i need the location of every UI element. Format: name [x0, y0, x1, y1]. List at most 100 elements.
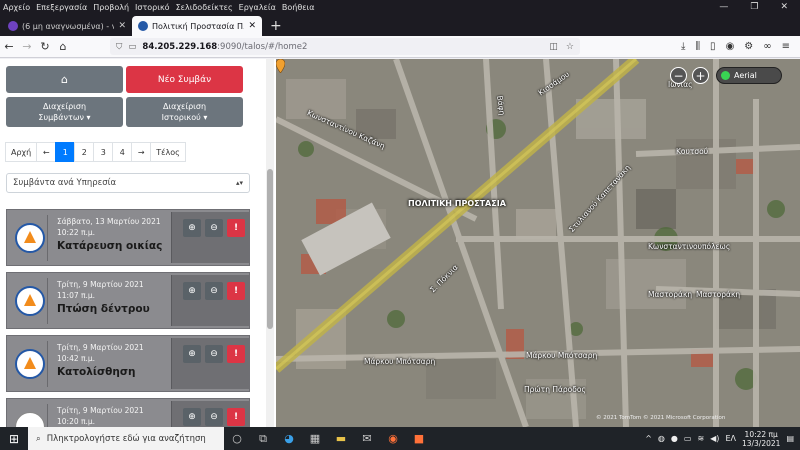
- cortana-icon[interactable]: ○: [224, 432, 250, 445]
- page-1[interactable]: 1: [55, 142, 76, 162]
- manage-history-label-2: Ιστορικού ▾: [161, 113, 208, 122]
- task-view-icon[interactable]: ⧉: [250, 432, 276, 446]
- incident-card[interactable]: Τρίτη, 9 Μαρτίου 2021 11:07 π.μ. Πτώση δ…: [6, 272, 250, 329]
- close-icon[interactable]: ✕: [780, 2, 788, 12]
- page-next[interactable]: →: [131, 142, 152, 162]
- reload-icon[interactable]: ↻: [36, 40, 54, 53]
- incident-card[interactable]: Τρίτη, 9 Μαρτίου 2021 10:20 π.μ. ⊕ ⊖ !: [6, 398, 250, 427]
- address-bar[interactable]: ⛉ ▭ 84.205.229.168:9090/talos/#/home2 ◫ …: [110, 38, 580, 55]
- shield-icon[interactable]: ⛉: [116, 42, 122, 52]
- download-icon[interactable]: ⤓: [681, 41, 685, 52]
- incident-title: Κατάρευση οικίας: [57, 240, 163, 252]
- page-prev[interactable]: ←: [36, 142, 57, 162]
- new-tab-icon[interactable]: +: [262, 16, 290, 36]
- home-button[interactable]: ⌂: [6, 66, 123, 93]
- menu-edit[interactable]: Επεξεργασία: [33, 3, 90, 12]
- info-icon[interactable]: !: [227, 282, 245, 300]
- incident-time: 11:07 π.μ.: [57, 291, 96, 300]
- library-icon[interactable]: ⫼: [695, 41, 700, 52]
- taskbar-search[interactable]: ⌕ Πληκτρολογήστε εδώ για αναζήτηση: [28, 427, 224, 450]
- close-tab-icon[interactable]: ✕: [118, 21, 126, 31]
- page-2[interactable]: 2: [74, 142, 95, 162]
- bookmark-star-icon[interactable]: ☆: [566, 42, 574, 52]
- zoom-in-icon[interactable]: ⊕: [183, 282, 201, 300]
- menu-file[interactable]: Αρχείο: [0, 3, 33, 12]
- file-explorer-icon[interactable]: ▬: [328, 432, 354, 445]
- menu-view[interactable]: Προβολή: [90, 3, 132, 12]
- glasses-icon[interactable]: ∞: [763, 41, 771, 52]
- pocket-icon[interactable]: ◫: [549, 42, 558, 52]
- clock[interactable]: 10:22 πμ 13/3/2021: [742, 430, 780, 448]
- incident-card[interactable]: Σάββατο, 13 Μαρτίου 2021 10:22 π.μ. Κατά…: [6, 209, 250, 266]
- app-icon[interactable]: ■: [406, 432, 432, 445]
- minimize-icon[interactable]: —: [719, 2, 728, 12]
- incident-time: 10:42 π.μ.: [57, 354, 96, 363]
- store-icon[interactable]: ▦: [302, 432, 328, 445]
- map-zoom-in-icon[interactable]: +: [692, 67, 709, 84]
- edge-icon[interactable]: ◕: [276, 432, 302, 445]
- menu-history[interactable]: Ιστορικό: [132, 3, 173, 12]
- restore-icon[interactable]: ❐: [750, 2, 758, 12]
- panel-scrollbar[interactable]: [266, 59, 274, 427]
- service-filter-select[interactable]: Συμβάντα ανά Υπηρεσία ▴▾: [6, 173, 250, 193]
- street-label: Κωνσταντινουπόλεως: [648, 242, 731, 251]
- close-tab-icon[interactable]: ✕: [248, 21, 256, 31]
- civil-protection-icon: [138, 21, 148, 31]
- zoom-in-icon[interactable]: ⊕: [183, 219, 201, 237]
- account-icon[interactable]: ◉: [726, 41, 735, 52]
- tab-civil-protection[interactable]: Πολιτική Προστασία Π.Ε ΧΑΝΙ ✕: [132, 16, 262, 36]
- menu-help[interactable]: Βοήθεια: [279, 3, 318, 12]
- incident-card[interactable]: Τρίτη, 9 Μαρτίου 2021 10:42 π.μ. Κατολίσ…: [6, 335, 250, 392]
- zoom-out-icon[interactable]: ⊖: [205, 345, 223, 363]
- manage-incidents-dropdown[interactable]: Διαχείριση Συμβάντων ▾: [6, 97, 123, 127]
- page-last[interactable]: Τέλος: [150, 142, 186, 162]
- url-path: :9090/talos/#/home2: [217, 41, 308, 52]
- browser-toolbar: ⤓ ⫼ ▯ ◉ ⚙ ∞ ≡: [681, 41, 800, 52]
- aerial-map[interactable]: Κωνσταντίνου Καζάνη Κισσάμου Βάφη Ιωνίας…: [276, 59, 800, 427]
- wifi-icon[interactable]: ≋: [697, 434, 704, 443]
- page-info-icon[interactable]: ▭: [128, 42, 136, 52]
- aerial-layer-toggle[interactable]: Aerial: [716, 67, 782, 84]
- app-menu-icon[interactable]: ≡: [782, 41, 790, 52]
- firefox-icon[interactable]: ◉: [380, 432, 406, 445]
- extensions-icon[interactable]: ⚙: [744, 41, 753, 52]
- network-icon[interactable]: ▭: [684, 434, 692, 443]
- incident-list: Σάββατο, 13 Μαρτίου 2021 10:22 π.μ. Κατά…: [6, 209, 250, 427]
- info-icon[interactable]: !: [227, 408, 245, 426]
- notifications-icon[interactable]: ▤: [786, 434, 794, 443]
- manage-history-dropdown[interactable]: Διαχείριση Ιστορικού ▾: [126, 97, 243, 127]
- menu-bookmarks[interactable]: Σελιδοδείκτες: [173, 3, 236, 12]
- map-zoom-out-icon[interactable]: −: [670, 67, 687, 84]
- forward-icon[interactable]: →: [18, 40, 36, 53]
- system-tray: ^ ◍ ● ▭ ≋ ◀) ΕΛ 10:22 πμ 13/3/2021 ▤: [645, 430, 800, 448]
- windows-start-icon[interactable]: ⊞: [0, 432, 28, 446]
- zoom-in-icon[interactable]: ⊕: [183, 345, 201, 363]
- home-icon[interactable]: ⌂: [54, 40, 72, 53]
- new-incident-button[interactable]: Νέο Συμβάν: [126, 66, 243, 93]
- page-first[interactable]: Αρχή: [5, 142, 38, 162]
- sidebar-icon[interactable]: ▯: [710, 41, 716, 52]
- info-icon[interactable]: !: [227, 219, 245, 237]
- location-pin-icon[interactable]: [276, 59, 285, 73]
- zoom-out-icon[interactable]: ⊖: [205, 282, 223, 300]
- microphone-icon[interactable]: ●: [671, 434, 678, 443]
- info-icon[interactable]: !: [227, 345, 245, 363]
- incident-date: Τρίτη, 9 Μαρτίου 2021: [57, 343, 144, 352]
- tab-mail[interactable]: (6 μη αναγνωσμένα) - verikok ✕: [2, 16, 132, 36]
- webcam-icon[interactable]: ◍: [658, 434, 665, 443]
- zoom-out-icon[interactable]: ⊖: [205, 219, 223, 237]
- volume-icon[interactable]: ◀): [710, 434, 719, 443]
- incident-actions: ⊕ ⊖ !: [171, 275, 249, 326]
- mail-icon[interactable]: ✉: [354, 432, 380, 445]
- page-3[interactable]: 3: [93, 142, 114, 162]
- zoom-in-icon[interactable]: ⊕: [183, 408, 201, 426]
- scrollbar-thumb[interactable]: [267, 169, 273, 329]
- back-icon[interactable]: ←: [0, 40, 18, 53]
- language-indicator[interactable]: ΕΛ: [725, 434, 736, 443]
- zoom-out-icon[interactable]: ⊖: [205, 408, 223, 426]
- search-icon: ⌕: [36, 433, 41, 444]
- page-4[interactable]: 4: [112, 142, 133, 162]
- menu-tools[interactable]: Εργαλεία: [236, 3, 279, 12]
- marker-label: ΠΟΛΙΤΙΚΗ ΠΡΟΣΤΑΣΙΑ: [408, 199, 506, 208]
- tray-chevron-icon[interactable]: ^: [645, 434, 652, 443]
